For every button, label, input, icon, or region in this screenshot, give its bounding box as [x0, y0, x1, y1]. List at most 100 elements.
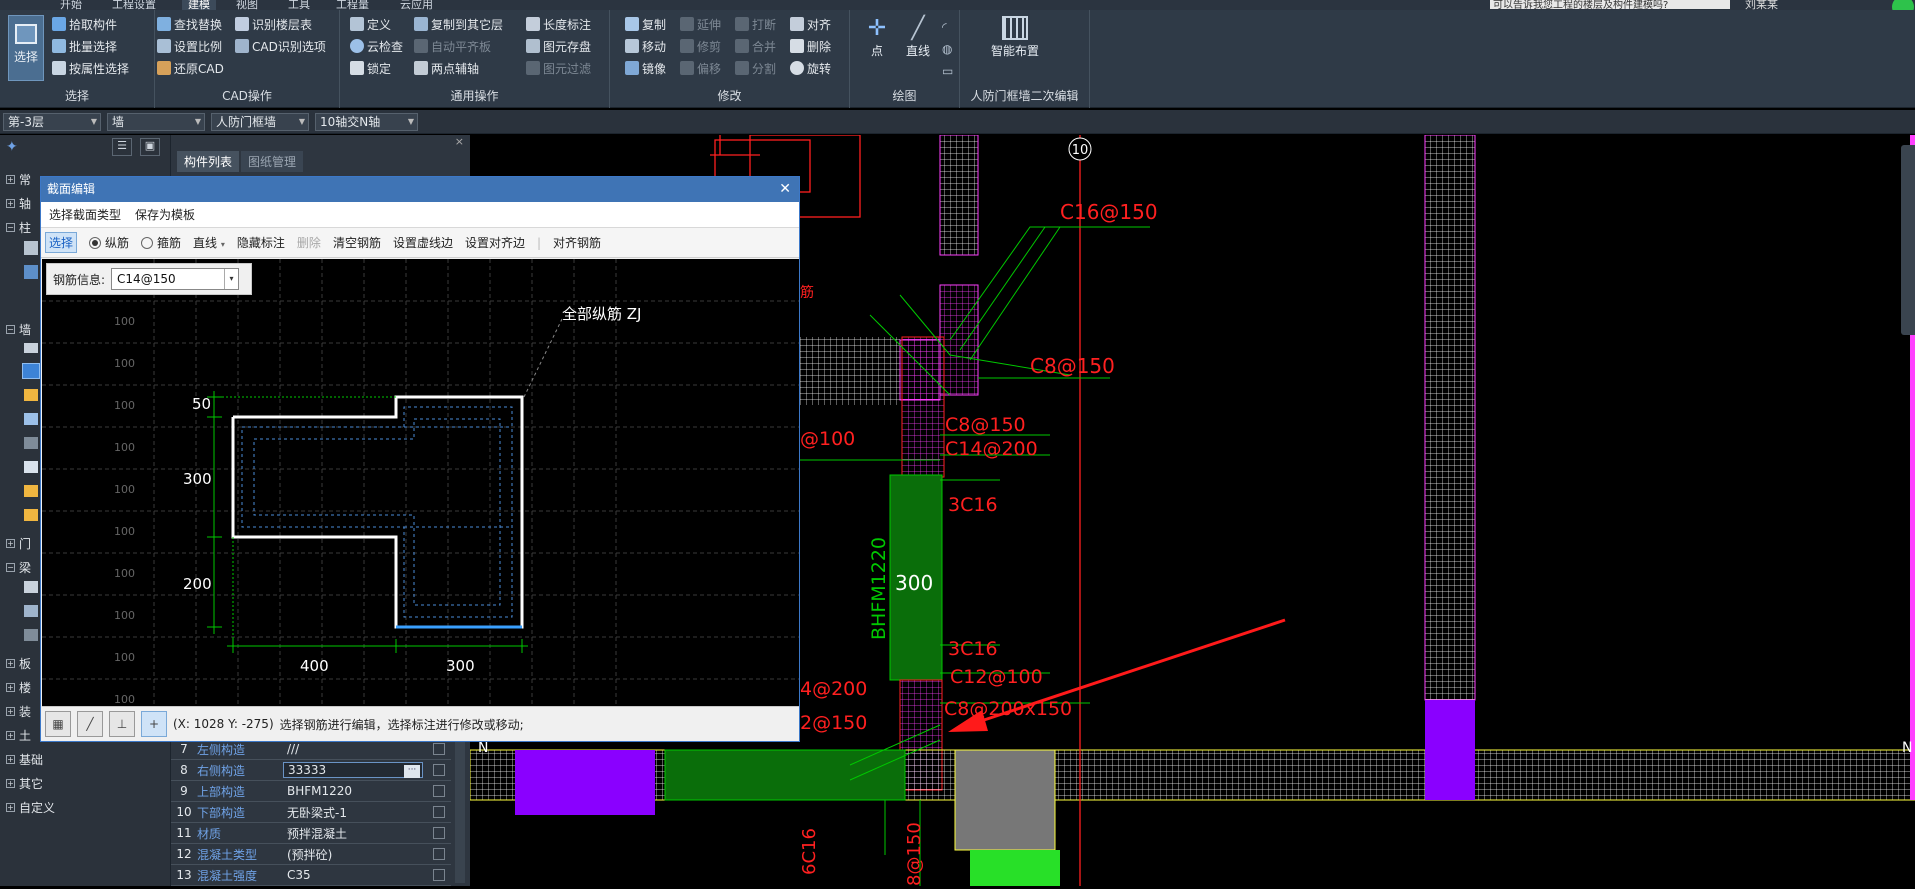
add-dimension-icon[interactable]: +	[141, 711, 167, 737]
select-by-attribute-button[interactable]: 按属性选择	[52, 58, 129, 78]
batch-select-button[interactable]: 批量选择	[52, 36, 117, 56]
pin-icon[interactable]: ✦	[6, 139, 18, 155]
tab-component-list[interactable]: 构件列表	[177, 151, 240, 172]
property-row[interactable]: 9 上部构造 BHFM1220	[171, 781, 451, 802]
search-hint-input[interactable]: 可以告诉我您工程的楼层及构件建模吗?	[1490, 0, 1730, 11]
checkbox[interactable]	[433, 785, 445, 797]
nav-item-other[interactable]: + 其它	[0, 773, 170, 793]
set-scale-button[interactable]: 设置比例	[157, 36, 222, 56]
dialog-titlebar[interactable]: 截面编辑 ✕	[41, 177, 799, 202]
wall-icon[interactable]	[24, 343, 38, 353]
split-button[interactable]: 分割	[735, 58, 776, 78]
partition-icon[interactable]	[24, 437, 38, 449]
checkbox[interactable]	[433, 869, 445, 881]
dim-left-top[interactable]: 50	[192, 395, 211, 413]
panel-scrollbar[interactable]	[455, 735, 465, 883]
line-tool-button[interactable]: 直线 ▾	[193, 234, 225, 251]
copy-button[interactable]: 复制	[625, 14, 666, 34]
select-button[interactable]: 选择	[8, 15, 44, 81]
offset-button[interactable]: 偏移	[680, 58, 721, 78]
break-button[interactable]: 打断	[735, 14, 776, 34]
property-row[interactable]: 10 下部构造 无卧梁式-1	[171, 802, 451, 823]
auto-level-slab-button[interactable]: 自动平齐板	[414, 36, 491, 56]
floor-select[interactable]: 第-3层 ▼	[3, 113, 101, 131]
grid-view-icon[interactable]: ▣	[140, 138, 160, 156]
right-structure-input[interactable]: 33333 ···	[283, 762, 423, 778]
define-button[interactable]: 定义	[350, 14, 391, 34]
set-align-edge-button[interactable]: 设置对齐边	[465, 234, 525, 251]
set-dashed-edge-button[interactable]: 设置虚线边	[393, 234, 453, 251]
hide-dimension-button[interactable]: 隐藏标注	[237, 234, 285, 251]
nav-item-custom[interactable]: + 自定义	[0, 797, 170, 817]
copy-to-floor-button[interactable]: 复制到其它层	[414, 14, 503, 34]
select-section-type-menu[interactable]: 选择截面类型	[49, 206, 121, 223]
civil-defense-wall-icon[interactable]	[22, 363, 40, 379]
lintel-icon[interactable]	[24, 629, 38, 641]
snap-line-icon[interactable]: ╱	[77, 711, 103, 737]
masonry-wall-icon[interactable]	[24, 389, 38, 401]
identify-floor-table-button[interactable]: 识别楼层表	[235, 14, 312, 34]
snap-grid-icon[interactable]: ▦	[45, 711, 71, 737]
move-button[interactable]: 移动	[625, 36, 666, 56]
parapet-icon[interactable]	[24, 485, 38, 497]
dim-left-mid[interactable]: 300	[183, 470, 212, 488]
clear-rebar-button[interactable]: 清空钢筋	[333, 234, 381, 251]
select-tool-button[interactable]: 选择	[45, 232, 78, 253]
align-rebar-button[interactable]: 对齐钢筋	[553, 234, 601, 251]
length-dim-button[interactable]: 长度标注	[526, 14, 591, 34]
property-row[interactable]: 11 材质 预拌混凝土	[171, 823, 451, 844]
dim-bottom-left[interactable]: 400	[300, 657, 329, 675]
dim-bottom-right[interactable]: 300	[446, 657, 475, 675]
perpendicular-icon[interactable]: ⊥	[109, 711, 135, 737]
subtype-select[interactable]: 人防门框墙 ▼	[211, 113, 309, 131]
axis-select[interactable]: 10轴交N轴 ▼	[315, 113, 418, 131]
delete-button[interactable]: 删除	[790, 36, 831, 56]
draw-point-button[interactable]: ✛ 点	[860, 16, 894, 59]
view-toolbar[interactable]	[1901, 145, 1915, 335]
column-cap-icon[interactable]	[24, 265, 38, 279]
longitudinal-radio[interactable]: 纵筋	[89, 234, 129, 251]
insulation-icon[interactable]	[24, 509, 38, 521]
element-filter-button[interactable]: 图元过滤	[526, 58, 591, 78]
close-icon[interactable]: ✕	[779, 177, 791, 202]
ellipsis-button[interactable]: ···	[404, 765, 420, 778]
merge-button[interactable]: 合并	[735, 36, 776, 56]
property-row[interactable]: 13 混凝土强度 C35	[171, 865, 451, 886]
column-icon[interactable]	[24, 241, 38, 255]
checkbox[interactable]	[433, 806, 445, 818]
save-element-button[interactable]: 图元存盘	[526, 36, 591, 56]
ring-beam-icon[interactable]	[24, 605, 38, 617]
close-icon[interactable]: ×	[455, 135, 464, 148]
property-row[interactable]: 12 混凝土类型 (预拌砼)	[171, 844, 451, 865]
smart-layout-button[interactable]: 智能布置	[980, 16, 1050, 59]
extend-button[interactable]: 延伸	[680, 14, 721, 34]
arc-tools-icon[interactable]: ◜ ◍ ▭	[942, 16, 953, 82]
type-select[interactable]: 墙 ▼	[107, 113, 205, 131]
checkbox[interactable]	[433, 848, 445, 860]
section-draw-area[interactable]: 100 100 100 100 100 100 100 100 100 100	[42, 259, 799, 706]
delete-tool-button[interactable]: 删除	[297, 234, 321, 251]
nav-item-foundation[interactable]: + 基础	[0, 749, 170, 769]
list-view-icon[interactable]: ☰	[112, 138, 132, 156]
restore-cad-button[interactable]: 还原CAD	[157, 58, 224, 78]
property-row[interactable]: 7 左侧构造///	[171, 739, 451, 760]
rebar-info-select[interactable]: C14@150 ▾	[111, 268, 240, 290]
find-replace-button[interactable]: 查找替换	[157, 14, 222, 34]
save-as-template-menu[interactable]: 保存为模板	[135, 206, 195, 223]
draw-line-button[interactable]: ╱ 直线	[900, 16, 936, 59]
property-row[interactable]: 8 右侧构造 33333 ···	[171, 760, 451, 781]
checkbox[interactable]	[433, 764, 445, 776]
pick-component-button[interactable]: 拾取构件	[52, 14, 117, 34]
cad-options-button[interactable]: CAD识别选项	[235, 36, 326, 56]
rebar-annotation[interactable]: 全部纵筋 ZJ	[562, 305, 641, 323]
trim-button[interactable]: 修剪	[680, 36, 721, 56]
align-button[interactable]: 对齐	[790, 14, 831, 34]
curtain-wall-icon[interactable]	[24, 413, 38, 425]
checkbox[interactable]	[433, 743, 445, 755]
tab-drawing-management[interactable]: 图纸管理	[241, 151, 304, 172]
beam-icon[interactable]	[24, 581, 38, 593]
cloud-check-button[interactable]: 云检查	[350, 36, 403, 56]
mirror-button[interactable]: 镜像	[625, 58, 666, 78]
lock-button[interactable]: 锁定	[350, 58, 391, 78]
two-point-axis-button[interactable]: 两点辅轴	[414, 58, 479, 78]
